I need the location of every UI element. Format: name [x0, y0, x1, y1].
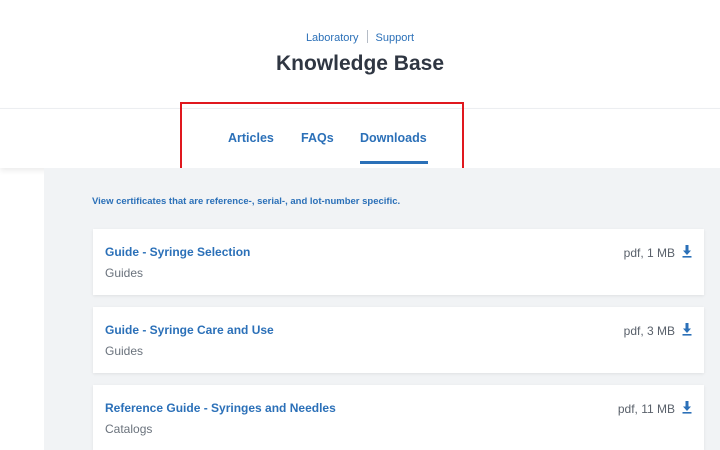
file-info: pdf, 1 MB	[623, 246, 675, 260]
breadcrumb: Laboratory Support	[0, 30, 720, 44]
download-meta: pdf, 3 MB	[624, 323, 692, 339]
download-card: Reference Guide - Syringes and Needles C…	[93, 385, 704, 450]
intro-text: View certificates that are reference-, s…	[92, 196, 401, 207]
download-card: Guide - Syringe Care and Use Guides pdf,…	[93, 307, 704, 373]
download-meta: pdf, 1 MB	[624, 245, 692, 261]
file-info: pdf, 11 MB	[617, 402, 675, 416]
file-info: pdf, 3 MB	[623, 324, 675, 338]
download-arrow-icon[interactable]	[682, 401, 692, 417]
download-meta: pdf, 11 MB	[618, 401, 692, 417]
download-title-link[interactable]: Guide - Syringe Selection	[105, 245, 250, 259]
breadcrumb-separator	[366, 30, 368, 43]
download-title-link[interactable]: Guide - Syringe Care and Use	[105, 323, 274, 337]
download-category: Guides	[105, 266, 144, 280]
download-arrow-icon[interactable]	[682, 245, 692, 261]
page-title: Knowledge Base	[275, 52, 445, 75]
breadcrumb-laboratory[interactable]: Laboratory	[306, 32, 359, 44]
download-card: Guide - Syringe Selection Guides pdf, 1 …	[93, 229, 704, 295]
download-category: Guides	[105, 344, 144, 358]
download-arrow-icon[interactable]	[682, 323, 692, 339]
breadcrumb-support[interactable]: Support	[376, 32, 415, 44]
highlight-box	[180, 102, 464, 178]
page-header: Laboratory Support Knowledge Base	[0, 0, 720, 108]
download-category: Catalogs	[105, 422, 153, 436]
download-title-link[interactable]: Reference Guide - Syringes and Needles	[105, 401, 336, 415]
